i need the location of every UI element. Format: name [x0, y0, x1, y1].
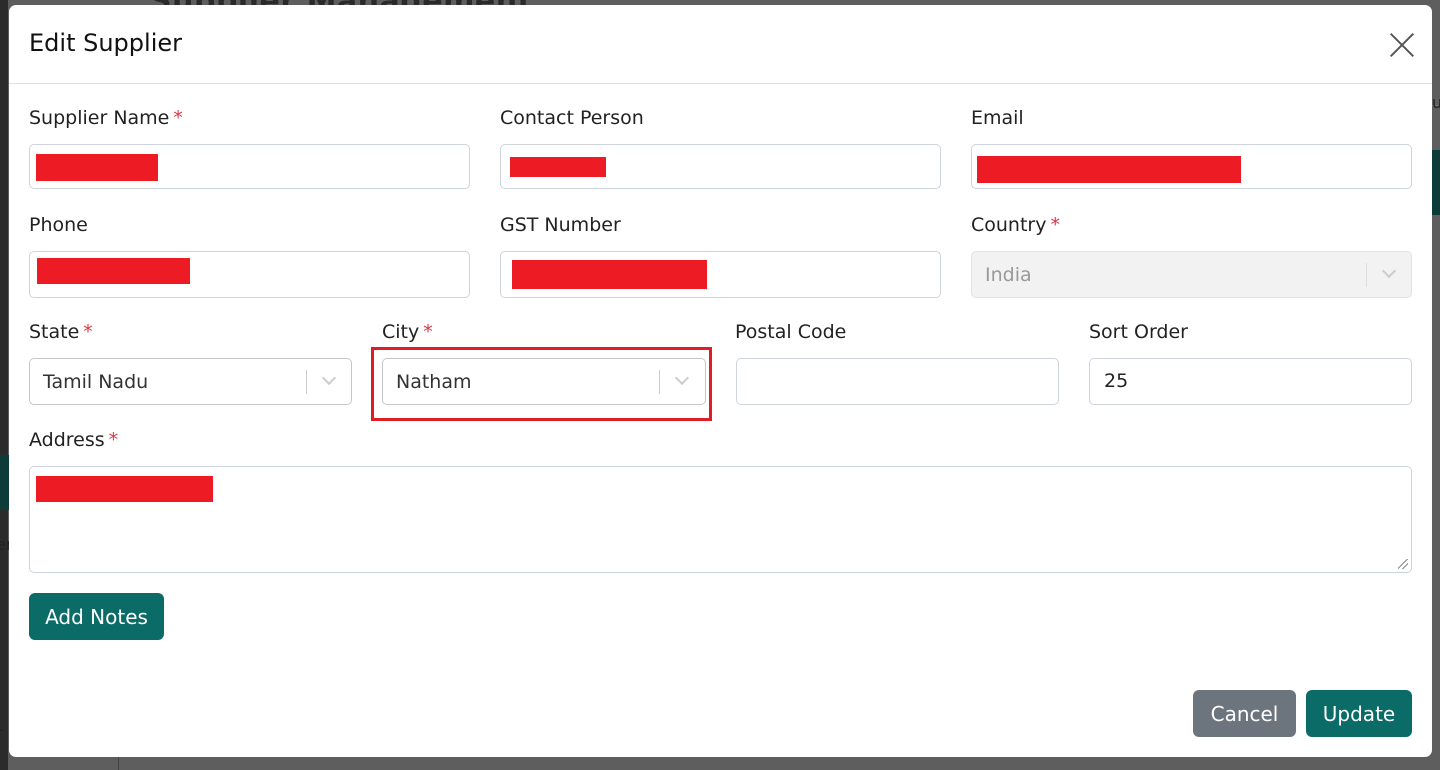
redacted-value — [37, 258, 190, 284]
country-value: India — [985, 264, 1032, 286]
supplier-name-input[interactable] — [29, 144, 470, 189]
modal-header: Edit Supplier — [9, 5, 1432, 84]
background-divider-bottom — [118, 757, 119, 770]
state-value: Tamil Nadu — [43, 371, 149, 393]
background-text-fragment: r — [0, 723, 3, 742]
required-marker: * — [173, 107, 183, 129]
select-separator — [306, 370, 307, 394]
background-sidebar — [0, 0, 8, 770]
phone-label: Phone — [29, 214, 88, 236]
postal-code-label: Postal Code — [735, 321, 847, 343]
gst-number-label: GST Number — [500, 214, 621, 236]
chevron-down-icon — [1378, 262, 1400, 284]
edit-supplier-modal: Edit Supplier Supplier Name * Contact Per… — [9, 5, 1432, 757]
state-label-text: State — [29, 321, 80, 343]
country-label: Country * — [971, 214, 1060, 236]
address-textarea[interactable] — [29, 466, 1412, 573]
cancel-button[interactable]: Cancel — [1193, 690, 1296, 737]
redacted-value — [512, 260, 707, 289]
background-header-bar — [1432, 150, 1440, 215]
email-label: Email — [971, 107, 1024, 129]
required-marker: * — [108, 429, 119, 451]
close-icon[interactable] — [1389, 32, 1415, 58]
required-marker: * — [423, 321, 433, 343]
contact-person-label: Contact Person — [500, 107, 644, 129]
postal-code-input[interactable] — [736, 358, 1059, 405]
supplier-name-label: Supplier Name * — [29, 107, 183, 129]
chevron-down-icon[interactable] — [318, 369, 340, 391]
address-label-text: Address — [29, 429, 105, 451]
update-button[interactable]: Update — [1306, 690, 1412, 737]
sort-order-label: Sort Order — [1089, 321, 1188, 343]
city-label: City * — [382, 321, 433, 343]
redacted-value — [36, 476, 213, 502]
country-label-text: Country — [971, 214, 1047, 236]
contact-person-input[interactable] — [500, 144, 941, 189]
sort-order-input[interactable]: 25 — [1089, 358, 1412, 405]
modal-title: Edit Supplier — [29, 29, 182, 57]
address-label: Address * — [29, 429, 118, 451]
country-select: India — [971, 251, 1412, 298]
city-label-text: City — [382, 321, 420, 343]
email-input[interactable] — [971, 144, 1412, 189]
city-highlight-box — [371, 347, 712, 421]
gst-number-input[interactable] — [500, 251, 941, 298]
required-marker: * — [83, 321, 93, 343]
background-text-fragment: u — [1432, 93, 1440, 112]
select-separator — [1366, 263, 1367, 287]
resize-handle-icon[interactable] — [1398, 559, 1408, 569]
redacted-value — [510, 157, 606, 177]
state-label: State * — [29, 321, 93, 343]
required-marker: * — [1050, 214, 1060, 236]
supplier-name-label-text: Supplier Name — [29, 107, 170, 129]
redacted-value — [977, 156, 1241, 183]
redacted-value — [36, 154, 158, 181]
add-notes-button[interactable]: Add Notes — [29, 593, 164, 640]
state-select[interactable]: Tamil Nadu — [29, 358, 352, 405]
phone-input[interactable] — [29, 251, 470, 298]
